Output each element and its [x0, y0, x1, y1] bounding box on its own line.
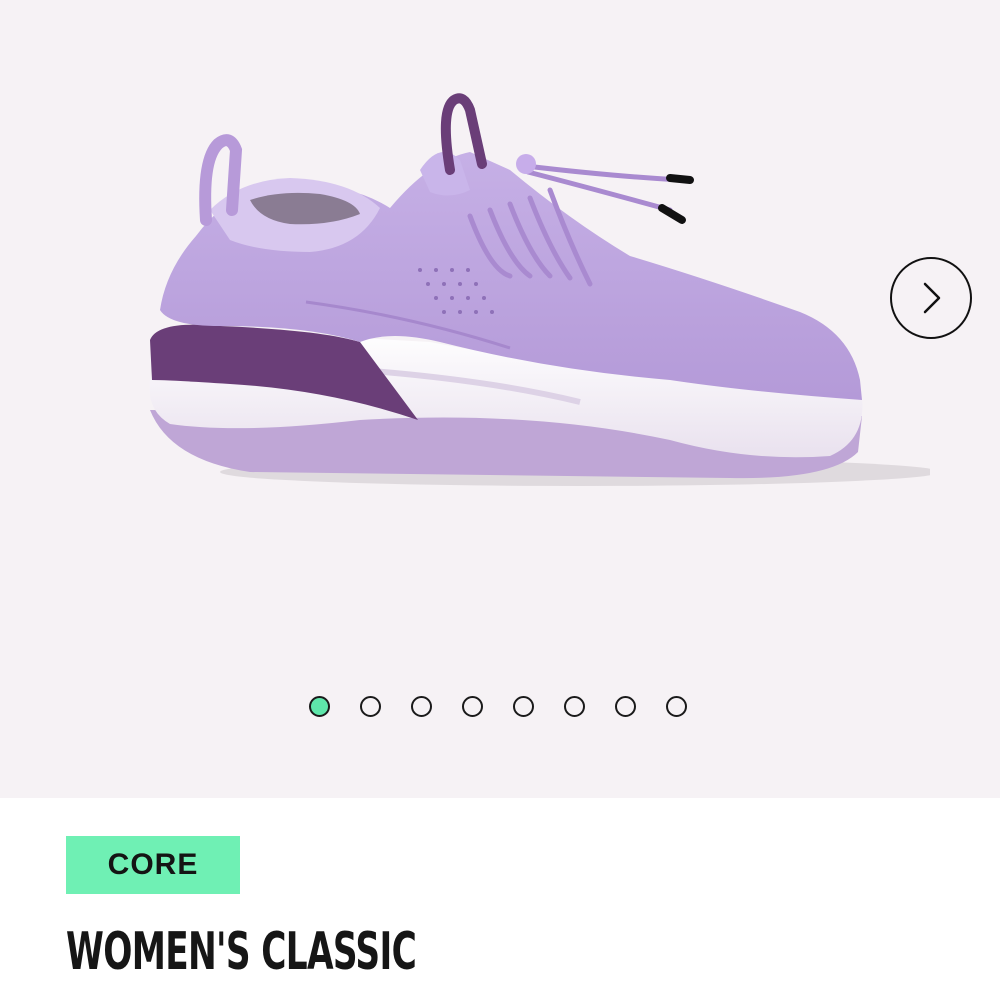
- product-image-gallery: [0, 0, 1000, 798]
- pagination-dot-7[interactable]: [615, 695, 636, 717]
- product-image: [149, 93, 930, 486]
- pagination-dot-4[interactable]: [462, 695, 483, 717]
- pagination-dot-8[interactable]: [666, 695, 687, 717]
- image-pagination-dots: [309, 694, 687, 718]
- pagination-dot-1[interactable]: [309, 695, 330, 717]
- chevron-right-icon: [923, 282, 941, 314]
- collection-badge: CORE: [66, 836, 240, 894]
- pagination-dot-2[interactable]: [360, 695, 381, 717]
- pagination-dot-6[interactable]: [564, 695, 585, 717]
- pagination-dot-3[interactable]: [411, 695, 432, 717]
- pagination-dot-5[interactable]: [513, 695, 534, 717]
- product-title: WOMEN'S CLASSIC: [66, 922, 417, 982]
- next-image-button[interactable]: [890, 257, 972, 339]
